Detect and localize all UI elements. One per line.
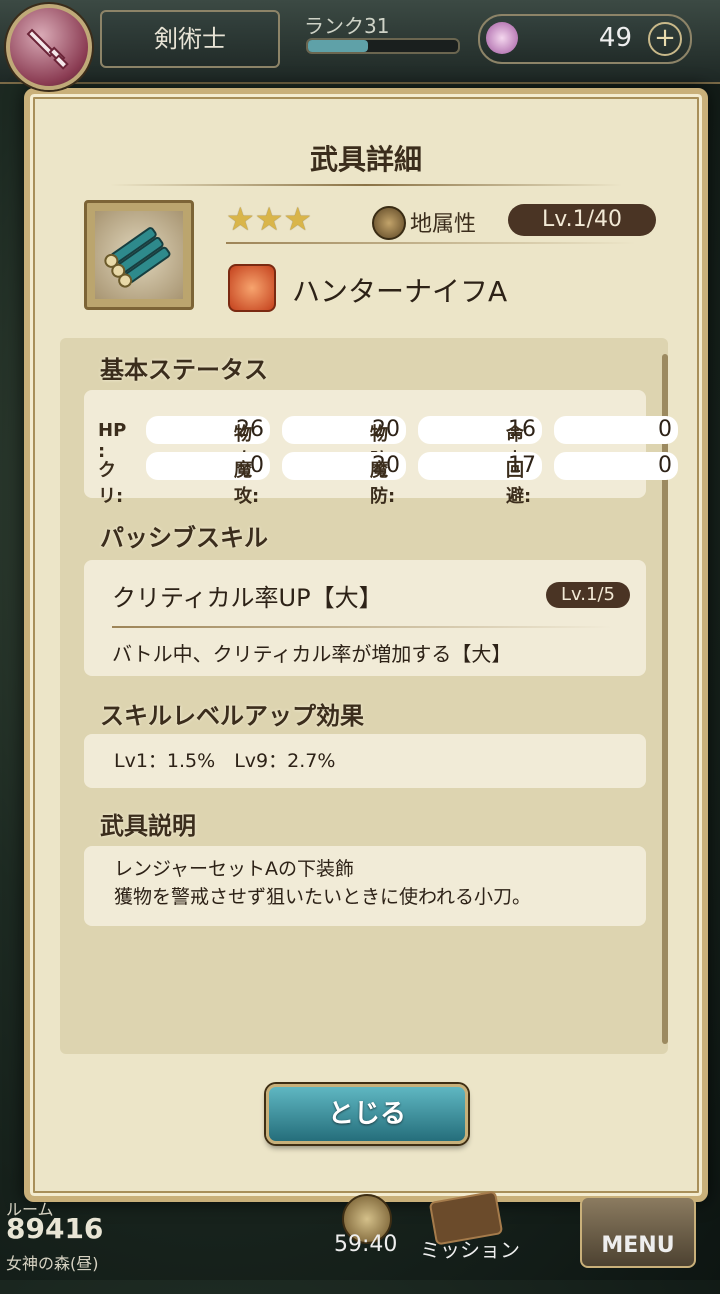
skill-level: Lv.1/5 [546, 582, 630, 608]
divider [110, 184, 622, 186]
sword-icon [26, 28, 69, 70]
earth-attribute-icon [372, 206, 406, 240]
top-bar: 剣術士 ランク31 49 + [0, 0, 720, 84]
rank-progress-fill [308, 40, 368, 52]
gem-icon [486, 22, 518, 54]
divider [112, 626, 612, 628]
gem-counter: 49 + [478, 14, 692, 64]
weapon-name: ハンターナイフA [292, 275, 508, 308]
knife-type-icon [228, 264, 276, 312]
stats-panel: HP :26 物攻:20 物防:16 命中:0 クリ:0 魔攻:20 魔防:17… [84, 390, 678, 507]
gem-count: 49 [598, 23, 632, 53]
skill-levelup-panel: Lv1：1.5% Lv9：2.7% [84, 734, 646, 788]
description-heading: 武具説明 [100, 812, 196, 840]
skill-levelup-text: Lv1：1.5% Lv9：2.7% [114, 750, 336, 772]
weapon-thumbnail [84, 200, 194, 310]
rarity-stars: ★★★ [226, 200, 313, 238]
divider [226, 242, 636, 244]
basic-status-heading: 基本ステータス [100, 356, 268, 384]
mission-button[interactable]: ミッション [420, 1234, 520, 1263]
description-panel: レンジャーセットAの下装飾 獲物を警戒させず狙いたいときに使われる小刀。 [84, 846, 646, 926]
weapon-level: Lv.1/40 [508, 204, 656, 236]
passive-skill-heading: パッシブスキル [100, 524, 268, 552]
job-name: 剣術士 [100, 10, 280, 68]
passive-skill-panel: クリティカル率UP【大】 Lv.1/5 バトル中、クリティカル率が増加する【大】 [84, 560, 646, 676]
weapon-icon [104, 227, 171, 288]
rank-progress-bar [306, 38, 460, 54]
description-line-1: レンジャーセットAの下装飾 [114, 858, 355, 880]
skill-name: クリティカル率UP【大】 [112, 584, 383, 612]
dialog-title: 武具詳細 [309, 143, 422, 176]
attribute-label: 地属性 [410, 212, 477, 237]
job-emblem-icon[interactable] [6, 4, 92, 90]
timer: 59:40 [334, 1232, 398, 1257]
rank-label: ランク31 [304, 14, 390, 38]
detail-scroll-area[interactable]: 基本ステータス HP :26 物攻:20 物防:16 命中:0 クリ:0 魔攻:… [60, 338, 678, 1054]
close-button[interactable]: とじる [266, 1084, 468, 1144]
weapon-detail-dialog: 武具詳細 ★★★ 地属性 Lv.1/40 ハンターナイフA 基本ステータス HP… [24, 88, 708, 1202]
area-name: 女神の森(昼) [6, 1254, 99, 1273]
plus-icon[interactable]: + [648, 22, 682, 56]
skill-description: バトル中、クリティカル率が増加する【大】 [112, 642, 512, 666]
room-number: 89416 [6, 1212, 104, 1245]
description-line-2: 獲物を警戒させず狙いたいときに使われる小刀。 [114, 886, 532, 908]
menu-button[interactable]: MENU [580, 1196, 696, 1268]
skill-levelup-heading: スキルレベルアップ効果 [100, 702, 364, 730]
